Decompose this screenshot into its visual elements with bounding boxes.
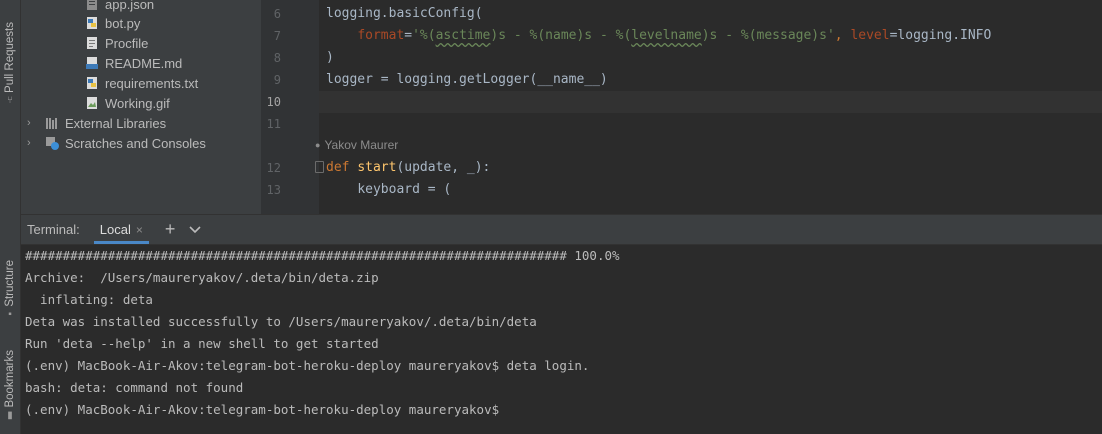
requirements-file-icon	[85, 76, 99, 90]
code-line: format='%(asctime)s - %(name)s - %(level…	[357, 28, 992, 43]
terminal-line: inflating: deta	[25, 292, 153, 307]
terminal-output[interactable]: ########################################…	[21, 245, 1102, 434]
python-file-icon	[85, 16, 99, 30]
close-icon[interactable]: ×	[136, 223, 143, 237]
line-number: 6	[273, 7, 281, 21]
markdown-file-icon	[85, 56, 99, 70]
file-name: app.json	[105, 0, 155, 12]
image-file-icon	[85, 96, 99, 110]
add-tab-button[interactable]: +	[165, 219, 176, 240]
json-file-icon	[85, 0, 99, 11]
bookmarks-label: Bookmarks	[4, 350, 16, 408]
code-line: keyboard = (	[357, 182, 452, 197]
line-number: 13	[266, 183, 281, 197]
chevron-down-icon[interactable]	[189, 223, 201, 237]
file-item-readme[interactable]: README.md	[85, 53, 182, 73]
pull-request-icon: ⑂	[7, 94, 13, 106]
tree-node-label: External Libraries	[65, 115, 167, 131]
terminal-prompt: (.env) MacBook-Air-Akov:telegram-bot-her…	[25, 402, 500, 417]
terminal-line: (.env) MacBook-Air-Akov:telegram-bot-her…	[25, 358, 590, 373]
file-item-requirements[interactable]: requirements.txt	[85, 73, 198, 93]
pull-requests-tab[interactable]: Pull Requests ⑂	[0, 22, 20, 106]
structure-tab[interactable]: Structure ▪	[0, 260, 20, 320]
scratches-icon	[45, 136, 59, 150]
code-line: )	[326, 50, 334, 65]
library-icon	[45, 116, 59, 130]
fold-marker-icon[interactable]	[315, 161, 324, 173]
author-name: Yakov Maurer	[324, 138, 399, 152]
file-item-bot-py[interactable]: bot.py	[85, 13, 140, 33]
file-name: Working.gif	[105, 95, 170, 111]
code-author-hint[interactable]: ● Yakov Maurer	[315, 138, 398, 152]
chevron-right-icon[interactable]: ›	[27, 117, 39, 129]
file-item-app-json[interactable]: app.json	[85, 0, 154, 14]
line-number: 8	[273, 51, 281, 65]
line-number: 11	[266, 117, 281, 131]
chevron-right-icon[interactable]: ›	[27, 137, 39, 149]
person-icon: ●	[315, 140, 321, 150]
project-tree: app.json bot.py Procfile README.md requi…	[21, 0, 261, 214]
current-line-highlight	[319, 91, 1102, 113]
tool-window-strip: Pull Requests ⑂ Structure ▪ Bookmarks ▮	[0, 0, 21, 434]
file-item-procfile[interactable]: Procfile	[85, 33, 148, 53]
tree-node-scratches[interactable]: › Scratches and Consoles	[27, 133, 206, 153]
code-line: logging.basicConfig(	[326, 6, 483, 21]
tree-node-label: Scratches and Consoles	[65, 135, 206, 151]
file-name: Procfile	[105, 35, 149, 51]
file-name: requirements.txt	[105, 75, 199, 91]
file-item-working-gif[interactable]: Working.gif	[85, 93, 170, 113]
pull-requests-label: Pull Requests	[4, 22, 16, 93]
line-number: 7	[273, 29, 281, 43]
terminal-toolbar: Terminal: Local × +	[21, 214, 1102, 245]
code-line: def start(update, _):	[326, 160, 491, 175]
structure-icon: ▪	[8, 308, 12, 320]
structure-label: Structure	[4, 260, 16, 307]
file-name: bot.py	[105, 15, 141, 31]
terminal-title: Terminal:	[27, 222, 80, 237]
tab-label: Local	[99, 222, 131, 237]
terminal-line: Archive: /Users/maureryakov/.deta/bin/de…	[25, 270, 379, 285]
code-line: logger = logging.getLogger(__name__)	[326, 72, 608, 87]
line-number: 12	[266, 161, 281, 175]
text-file-icon	[85, 36, 99, 50]
tree-node-external-libraries[interactable]: › External Libraries	[27, 113, 166, 133]
code-editor[interactable]: 6 7 8 9 10 11 12 13 logging.basicConfig(…	[261, 0, 1102, 214]
bookmarks-tab[interactable]: Bookmarks ▮	[0, 350, 20, 421]
terminal-line: Deta was installed successfully to /User…	[25, 314, 537, 329]
line-number: 10	[266, 95, 281, 109]
terminal-line: Run 'deta --help' in a new shell to get …	[25, 336, 379, 351]
tab-local[interactable]: Local ×	[93, 215, 149, 244]
line-number: 9	[273, 73, 281, 87]
terminal-line: ########################################…	[25, 248, 620, 263]
file-name: README.md	[105, 55, 183, 71]
terminal-line: bash: deta: command not found	[25, 380, 244, 395]
bookmark-icon: ▮	[7, 409, 13, 421]
